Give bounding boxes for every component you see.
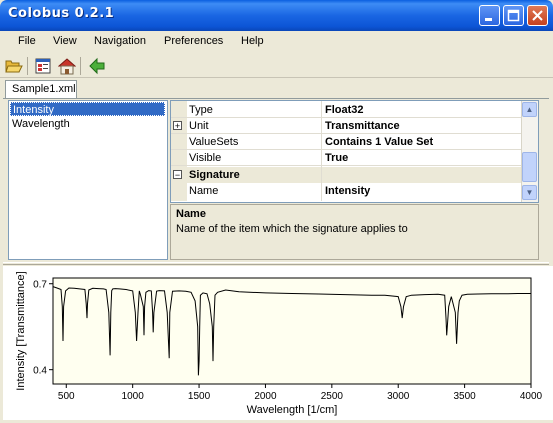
property-name: Unit [189, 120, 209, 132]
toolbar-separator [80, 57, 81, 75]
home-button[interactable] [57, 57, 77, 75]
maximize-icon [507, 9, 520, 22]
property-name: Name [189, 185, 219, 197]
x-tick-label: 2000 [254, 391, 277, 402]
scroll-down-icon[interactable]: ▼ [522, 185, 537, 200]
menu-bar [0, 31, 553, 53]
y-tick-label: 0.4 [33, 366, 47, 377]
maximize-button[interactable] [503, 5, 524, 26]
tab-strip-line [3, 98, 549, 99]
grid-column-divider [321, 101, 322, 201]
y-axis-label: Intensity [Transmittance] [15, 271, 27, 390]
properties-button[interactable] [34, 57, 52, 75]
spectrum-chart: 500 1000 1500 2000 2500 3000 3500 4000 0.4 0.7 Wav… [3, 266, 553, 420]
expand-icon[interactable]: + [173, 121, 182, 131]
category-label: Signature [189, 169, 240, 181]
x-tick-label: 1000 [122, 391, 145, 402]
open-folder-icon [5, 60, 23, 73]
property-name: Visible [189, 152, 222, 164]
open-folder-button[interactable] [5, 57, 23, 75]
properties-icon [35, 58, 51, 74]
property-value: True [325, 152, 349, 164]
menu-preferences[interactable]: Preferences [164, 35, 223, 47]
y-tick-label: 0.7 [33, 280, 47, 291]
property-value: Intensity [325, 185, 371, 197]
tab-sample1[interactable]: Sample1.xml [5, 80, 77, 98]
close-button[interactable] [527, 5, 548, 26]
x-tick-label: 2500 [321, 391, 344, 402]
toolbar [0, 53, 553, 78]
scroll-thumb[interactable] [522, 152, 537, 182]
property-value: Contains 1 Value Set [325, 136, 434, 148]
x-tick-label: 3000 [387, 391, 410, 402]
x-tick-label: 1500 [188, 391, 211, 402]
splitter[interactable] [3, 262, 549, 265]
menu-file[interactable]: File [18, 35, 36, 47]
spectrum-chart-svg: 500 1000 1500 2000 2500 3000 3500 4000 0.4 0.7 Wav… [15, 271, 543, 416]
scroll-up-icon[interactable]: ▲ [522, 102, 537, 117]
close-icon [532, 10, 543, 21]
back-arrow-icon [89, 57, 105, 75]
menu-navigation[interactable]: Navigation [94, 35, 146, 47]
collapse-icon[interactable]: − [173, 170, 182, 180]
property-value: Transmittance [325, 120, 400, 132]
minimize-button[interactable] [479, 5, 500, 26]
minimize-icon [485, 18, 492, 21]
toolbar-separator [27, 57, 28, 75]
x-axis-label: Wavelength [1/cm] [247, 404, 338, 416]
back-button[interactable] [88, 57, 106, 75]
property-name: Type [189, 104, 213, 116]
menu-help[interactable]: Help [241, 35, 264, 47]
description-title: Name [176, 208, 206, 220]
x-tick-label: 4000 [520, 391, 543, 402]
window-title: Colobus 0.2.1 [8, 6, 115, 21]
property-name: ValueSets [189, 136, 239, 148]
property-value: Float32 [325, 104, 364, 116]
home-icon [57, 58, 77, 75]
x-tick-label: 500 [58, 391, 75, 402]
x-tick-label: 3500 [453, 391, 476, 402]
description-text: Name of the item which the signature app… [176, 223, 408, 235]
menu-view[interactable]: View [53, 35, 77, 47]
list-item-wavelength[interactable]: Wavelength [10, 117, 165, 131]
list-item-intensity[interactable]: Intensity [10, 102, 165, 116]
